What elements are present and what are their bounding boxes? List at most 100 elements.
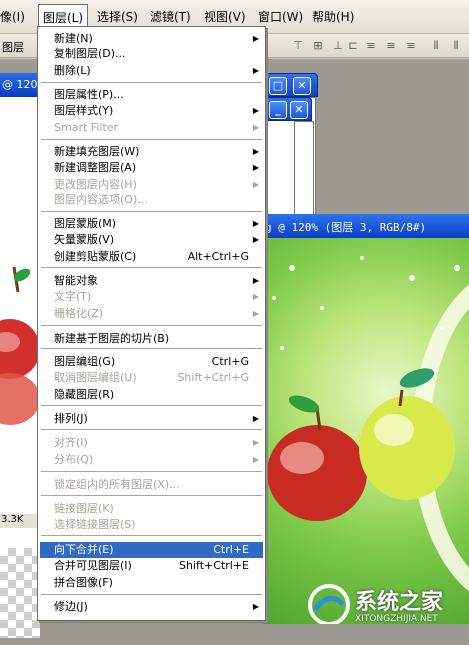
menu-item-label: 排列(J): [54, 412, 88, 425]
menu-item-shortcut: Ctrl+E: [213, 543, 249, 556]
menu-separator: [41, 267, 262, 268]
minimized-window-2[interactable]: _ ✕: [262, 97, 312, 121]
main-document-title[interactable]: g @ 120% (图层 3, RGB/8#): [262, 214, 469, 238]
align-top-icon[interactable]: ⊤: [290, 39, 306, 53]
restore-icon[interactable]: □: [269, 77, 287, 95]
menu-item-flatten-image[interactable]: 拼合图像(F): [40, 575, 263, 591]
menu-separator: [41, 325, 262, 326]
menu-item-label: 智能对象: [54, 274, 98, 287]
menu-separator: [41, 82, 262, 83]
submenu-arrow-icon: ▶: [252, 123, 259, 132]
menu-item-layer-properties[interactable]: 图层属性(P)...: [40, 87, 263, 103]
menu-item-label: 图层编组(G): [54, 355, 116, 368]
distribute-left-icon[interactable]: ⫴: [428, 39, 444, 53]
menu-item-shortcut: Ctrl+G: [211, 355, 249, 368]
submenu-arrow-icon: ▶: [252, 235, 259, 244]
apple-image: [0, 266, 40, 425]
menu-item-label: 更改图层内容(H): [54, 178, 137, 191]
menu-item-smart-objects[interactable]: 智能对象 ▶: [40, 273, 263, 289]
left-document-canvas[interactable]: [0, 97, 40, 497]
menu-separator: [41, 348, 262, 349]
menu-separator: [41, 139, 262, 140]
menu-item-layer-style[interactable]: 图层样式(Y) ▶: [40, 103, 263, 119]
menu-item-label: 隐藏图层(R): [54, 388, 115, 401]
menu-item-label: 选择链接图层(S): [54, 518, 136, 531]
watermark-logo-icon: [308, 584, 350, 624]
menu-window[interactable]: 窗口(W): [258, 8, 303, 25]
menu-item-label: 图层内容选项(O)...: [54, 193, 148, 206]
menu-item-create-clipping-mask[interactable]: 创建剪贴蒙版(C) Alt+Ctrl+G: [40, 249, 263, 265]
menu-item-label: 图层属性(P)...: [54, 88, 124, 101]
menu-item-smart-filter: Smart Filter ▶: [40, 120, 263, 136]
close-icon[interactable]: ✕: [293, 77, 311, 95]
menu-item-layer-mask[interactable]: 图层蒙版(M) ▶: [40, 216, 263, 232]
align-bottom-icon[interactable]: ⊥: [330, 39, 346, 53]
menu-select[interactable]: 选择(S): [97, 8, 138, 25]
watermark: 系统之家 XITONGZHIJIA.NET: [303, 582, 463, 624]
submenu-arrow-icon: ▶: [252, 438, 259, 447]
menu-item-label: 文字(T): [54, 290, 92, 303]
menu-separator: [41, 211, 262, 212]
menu-help[interactable]: 帮助(H): [312, 8, 354, 25]
menu-item-delete[interactable]: 删除(L) ▶: [40, 63, 263, 79]
minimize-icon[interactable]: _: [269, 101, 287, 119]
watermark-url: XITONGZHIJIA.NET: [355, 614, 438, 624]
left-document-title-text: @ 120: [2, 78, 38, 91]
menu-item-new-layer-based-slice[interactable]: 新建基于图层的切片(B): [40, 331, 263, 347]
menu-item-new-fill-layer[interactable]: 新建填充图层(W) ▶: [40, 144, 263, 160]
left-document-status: 3.3K: [0, 514, 40, 528]
menu-item-label: 新建调整图层(A): [54, 161, 137, 174]
main-document-canvas[interactable]: 系统之家 XITONGZHIJIA.NET: [262, 238, 469, 624]
options-label: 图层: [2, 41, 24, 54]
menu-item-align: 对齐(I) ▶: [40, 435, 263, 451]
menu-item-label: 新建(N): [54, 32, 93, 45]
menu-item-label: 新建基于图层的切片(B): [54, 332, 170, 345]
align-left-icon[interactable]: ⊏: [345, 39, 361, 53]
minimized-window-1[interactable]: □ ✕: [262, 73, 318, 97]
menu-item-label: 分布(Q): [54, 453, 94, 466]
align-vcenter-icon[interactable]: ⊞: [310, 39, 326, 53]
submenu-arrow-icon: ▶: [252, 602, 259, 611]
menu-item-merge-down[interactable]: 向下合并(E) Ctrl+E: [40, 542, 263, 558]
menu-filter[interactable]: 滤镜(T): [150, 8, 191, 25]
distribute-top-icon[interactable]: ≡: [363, 39, 379, 53]
submenu-arrow-icon: ▶: [252, 219, 259, 228]
menu-item-group-layers[interactable]: 图层编组(G) Ctrl+G: [40, 354, 263, 370]
menu-item-merge-visible[interactable]: 合并可见图层(I) Shift+Ctrl+E: [40, 558, 263, 574]
menu-separator: [41, 594, 262, 595]
submenu-arrow-icon: ▶: [252, 309, 259, 318]
menu-item-new-adjustment-layer[interactable]: 新建调整图层(A) ▶: [40, 160, 263, 176]
menu-item-label: 修边(J): [54, 600, 88, 613]
close-icon-2[interactable]: ✕: [290, 101, 308, 119]
menu-item-label: 向下合并(E): [54, 543, 114, 556]
menu-item-select-linked-layers: 选择链接图层(S): [40, 517, 263, 533]
menu-item-change-layer-content: 更改图层内容(H) ▶: [40, 177, 263, 193]
menu-item-label: 新建填充图层(W): [54, 145, 140, 158]
menu-item-label: 拼合图像(F): [54, 576, 113, 589]
distribute-hcenter-icon[interactable]: ⫴: [448, 39, 464, 53]
left-document-window: @ 120 3.3K: [0, 73, 40, 638]
menu-view[interactable]: 视图(V): [204, 8, 246, 25]
menu-item-vector-mask[interactable]: 矢量蒙版(V) ▶: [40, 232, 263, 248]
left-document-title[interactable]: @ 120: [0, 73, 40, 97]
menu-item-label: 链接图层(K): [54, 502, 114, 515]
minimized-window-2-body: [294, 121, 314, 217]
distribute-vcenter-icon[interactable]: ≡: [383, 39, 399, 53]
layer-menu-dropdown: 新建(N) ▶ 复制图层(D)... 删除(L) ▶ 图层属性(P)... 图层样式(Y) ▶…: [37, 26, 266, 621]
submenu-arrow-icon: ▶: [252, 147, 259, 156]
menu-item-duplicate-layer[interactable]: 复制图层(D)...: [40, 46, 263, 62]
menu-item-arrange[interactable]: 排列(J) ▶: [40, 411, 263, 427]
menu-image[interactable]: 像(I): [0, 8, 25, 25]
menu-item-hide-layers[interactable]: 隐藏图层(R): [40, 387, 263, 403]
submenu-arrow-icon: ▶: [252, 163, 259, 172]
menu-item-matting[interactable]: 修边(J) ▶: [40, 599, 263, 615]
submenu-arrow-icon: ▶: [252, 34, 259, 43]
menu-item-new[interactable]: 新建(N) ▶: [40, 31, 263, 47]
menu-item-ungroup-layers: 取消图层编组(U) Shift+Ctrl+G: [40, 370, 263, 386]
submenu-arrow-icon: ▶: [252, 276, 259, 285]
menu-item-label: 锁定组内的所有图层(X)...: [54, 478, 180, 491]
menu-item-label: 合并可见图层(I): [54, 559, 132, 572]
menu-separator: [41, 495, 262, 496]
distribute-bottom-icon[interactable]: ≡: [403, 39, 419, 53]
menu-item-shortcut: Shift+Ctrl+E: [179, 559, 249, 572]
